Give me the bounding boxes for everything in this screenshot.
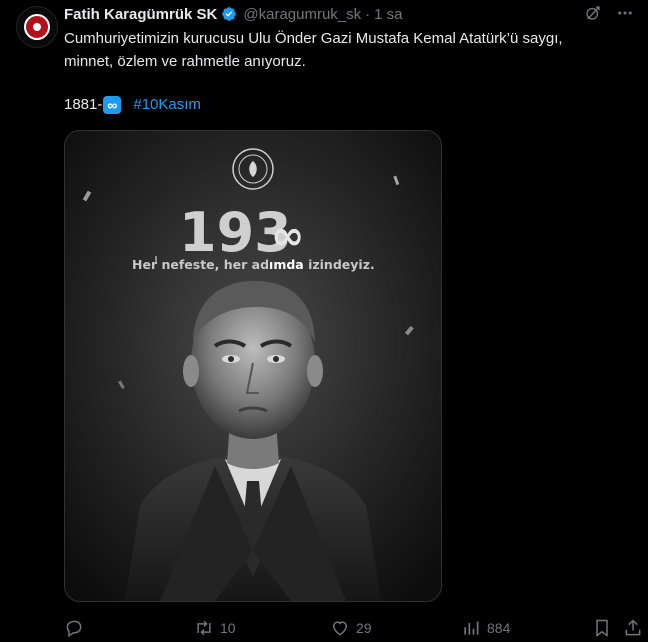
poster-slogan: Her nefeste, her adımda izindeyiz. bbox=[132, 257, 375, 272]
tweet-line-2: minnet, özlem ve rahmetle anıyoruz. bbox=[64, 53, 306, 70]
view-count: 884 bbox=[487, 620, 511, 636]
retweet-icon bbox=[197, 620, 211, 636]
retweet-count: 10 bbox=[220, 620, 236, 636]
tweet-actions: 10 29 884 bbox=[64, 612, 642, 642]
share-button[interactable] bbox=[623, 618, 643, 638]
views-button[interactable]: 884 bbox=[461, 618, 510, 638]
share-icon bbox=[625, 619, 641, 636]
hashtag-link[interactable]: #10Kasım bbox=[133, 93, 201, 116]
reply-icon bbox=[66, 620, 82, 638]
tweet-header: Fatih Karagümrük SK @karagumruk_sk · 1 s… bbox=[64, 4, 638, 24]
more-icon[interactable] bbox=[616, 4, 634, 22]
author-handle[interactable]: @karagumruk_sk bbox=[243, 6, 361, 23]
tweet-line-1: Cumhuriyetimizin kurucusu Ulu Önder Gazi… bbox=[64, 30, 563, 47]
year-text: 1881- bbox=[64, 96, 103, 113]
bookmark-button[interactable] bbox=[592, 618, 612, 638]
heart-icon bbox=[332, 621, 348, 636]
views-icon bbox=[464, 621, 479, 635]
club-logo bbox=[24, 14, 50, 40]
reply-button[interactable] bbox=[64, 618, 90, 638]
tweet-media-image[interactable]: 193 ∞ Her nefeste, her adımda izindeyiz. bbox=[64, 130, 442, 602]
grok-icon[interactable] bbox=[584, 4, 602, 22]
tweet-text: Cumhuriyetimizin kurucusu Ulu Önder Gazi… bbox=[64, 27, 642, 73]
tweet-year-line: 1881- ∞ #10Kasım bbox=[64, 93, 201, 116]
commemoration-poster: 193 ∞ Her nefeste, her adımda izindeyiz. bbox=[65, 131, 441, 601]
like-button[interactable]: 29 bbox=[330, 618, 372, 638]
big-infinity: ∞ bbox=[271, 213, 304, 259]
club-emblem bbox=[232, 148, 274, 190]
timestamp[interactable]: 1 sa bbox=[374, 6, 402, 23]
bookmark-icon bbox=[596, 619, 608, 637]
separator: · bbox=[365, 5, 371, 23]
retweet-button[interactable]: 10 bbox=[194, 618, 236, 638]
verified-badge-icon bbox=[222, 7, 237, 21]
avatar[interactable] bbox=[16, 6, 58, 48]
infinity-emoji: ∞ bbox=[103, 95, 122, 114]
author-name[interactable]: Fatih Karagümrük SK bbox=[64, 6, 217, 23]
like-count: 29 bbox=[356, 620, 372, 636]
